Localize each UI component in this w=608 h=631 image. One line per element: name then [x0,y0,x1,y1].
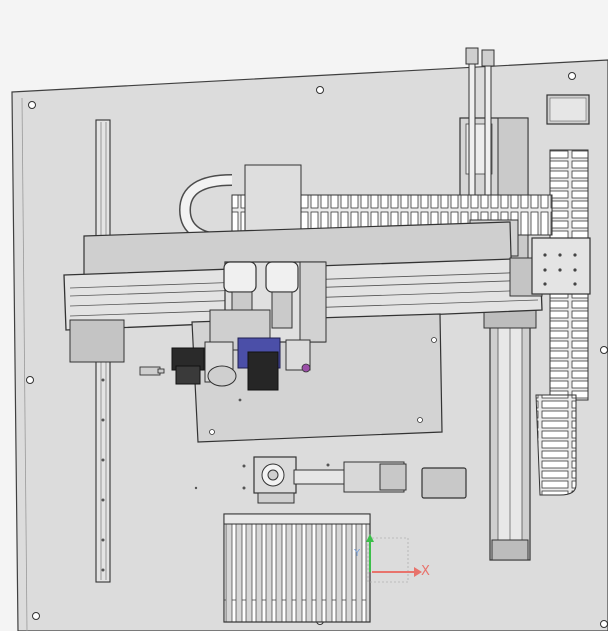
assembly-model[interactable] [0,0,608,631]
heatsink [223,513,371,623]
print-head-carriage [209,261,327,351]
triad-y-axis-label: Y [354,548,361,559]
triad-x-axis-label: X [421,564,430,579]
x-axis-end-plate [531,237,591,295]
cad-3d-viewport[interactable] [0,0,608,631]
loose-fitting [139,366,165,376]
y-axis-column [483,309,537,561]
sensor-pad [421,467,467,499]
